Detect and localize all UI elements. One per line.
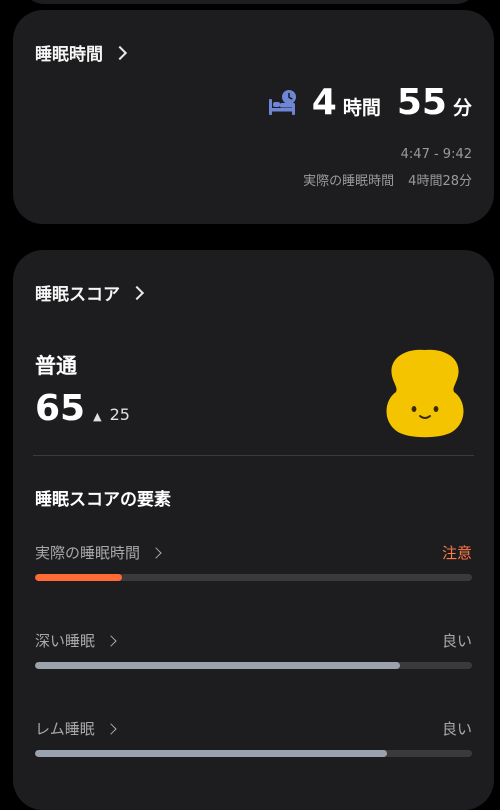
actual-sleep-label: 実際の睡眠時間 xyxy=(303,174,395,189)
factor-deep-sleep[interactable]: 深い睡眠 良い xyxy=(35,630,472,680)
actual-sleep-value: 4時間28分 xyxy=(408,174,472,189)
divider xyxy=(33,455,474,456)
factor-label: レム睡眠 xyxy=(35,720,95,738)
score-row: 65 ▲ 25 xyxy=(35,388,130,429)
bed-clock-icon xyxy=(268,89,296,115)
chevron-right-icon xyxy=(105,722,117,735)
factor-status: 注意 xyxy=(441,544,472,562)
chevron-right-icon xyxy=(129,285,145,300)
factor-status: 良い xyxy=(441,720,472,738)
chevron-right-icon xyxy=(105,634,117,647)
previous-card-edge xyxy=(22,0,478,4)
sleep-score-header[interactable]: 睡眠スコア xyxy=(35,280,145,305)
sleep-time-header[interactable]: 睡眠時間 xyxy=(35,40,128,65)
factor-label-row: 実際の睡眠時間 xyxy=(35,542,162,563)
factor-progress-track xyxy=(35,574,472,581)
factor-rem-sleep[interactable]: レム睡眠 良い xyxy=(35,718,472,768)
duration-minutes-unit: 分 xyxy=(452,97,472,119)
factor-label-row: 深い睡眠 xyxy=(35,630,117,651)
factor-progress-fill xyxy=(35,574,123,581)
sleep-score-title: 睡眠スコア xyxy=(35,285,120,305)
factor-progress-fill xyxy=(35,750,387,757)
factor-label-row: レム睡眠 xyxy=(35,718,117,739)
sleep-time-card[interactable]: 睡眠時間 4 時間 55 分 4:47 - 9:42 実際の睡眠時間 4時間28… xyxy=(13,10,494,224)
actual-sleep-line: 実際の睡眠時間 4時間28分 xyxy=(303,170,472,189)
sleep-duration: 4 時間 55 分 xyxy=(266,82,472,123)
sleep-time-range: 4:47 - 9:42 xyxy=(400,147,472,162)
score-delta: 25 xyxy=(109,405,130,424)
duration-hours-unit: 時間 xyxy=(342,97,381,119)
factor-progress-track xyxy=(35,750,472,757)
duration-minutes: 55 xyxy=(396,82,447,123)
score-rating: 普通 xyxy=(35,354,77,378)
factor-actual-sleep-time[interactable]: 実際の睡眠時間 注意 xyxy=(35,542,472,592)
sleep-mascot-icon xyxy=(386,349,464,438)
triangle-up-icon: ▲ xyxy=(93,410,102,423)
sleep-time-title: 睡眠時間 xyxy=(35,45,103,65)
factor-progress-track xyxy=(35,662,472,669)
factor-progress-fill xyxy=(35,662,400,669)
chevron-right-icon xyxy=(112,45,128,60)
sleep-score-card[interactable]: 睡眠スコア 普通 65 ▲ 25 睡眠スコアの要素 実際の睡眠時間 注意 深い睡… xyxy=(13,250,494,810)
score-factors-title: 睡眠スコアの要素 xyxy=(35,490,171,510)
factor-label: 実際の睡眠時間 xyxy=(35,544,141,562)
duration-hours: 4 xyxy=(311,82,337,123)
factor-status: 良い xyxy=(441,632,472,650)
sleep-score-value: 65 xyxy=(35,388,86,429)
factor-label: 深い睡眠 xyxy=(35,632,96,650)
chevron-right-icon xyxy=(150,546,162,559)
